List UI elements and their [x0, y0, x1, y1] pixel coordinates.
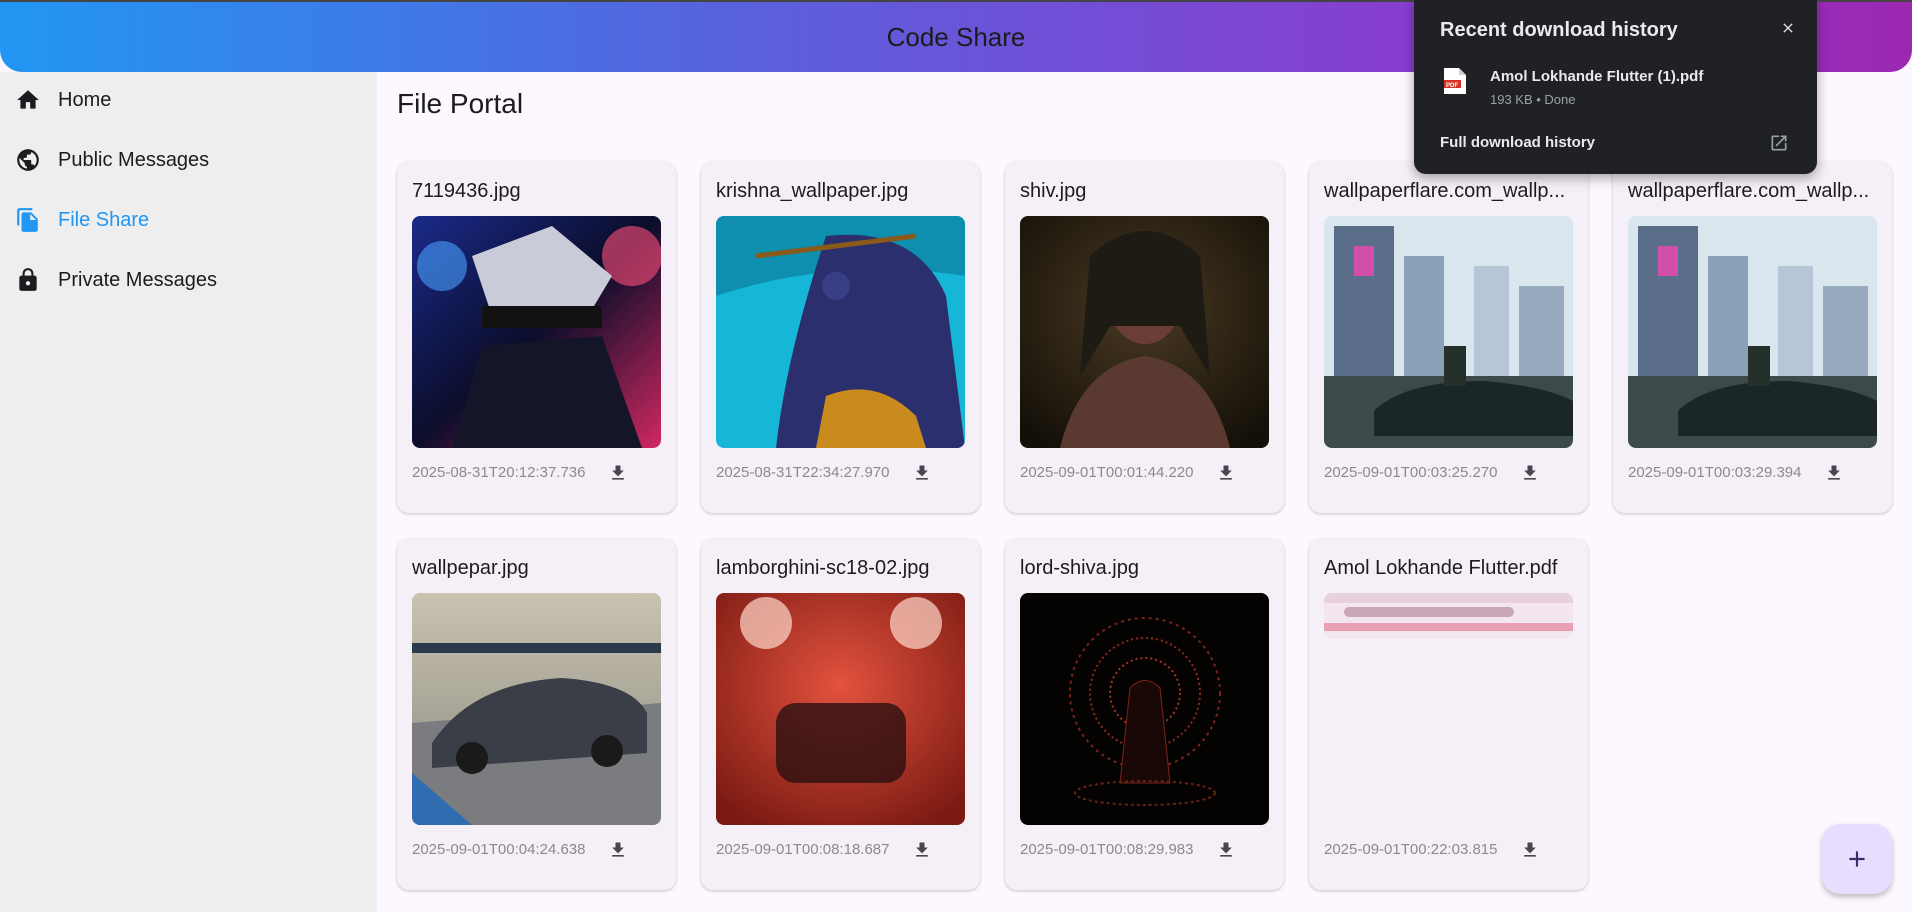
upload-timestamp: 2025-09-01T00:03:25.270	[1324, 464, 1498, 481]
sidebar-item-home[interactable]: Home	[14, 80, 111, 120]
download-button[interactable]	[1211, 835, 1241, 865]
file-card[interactable]: wallpaperflare.com_wallp... 2025-09-01T0…	[1613, 162, 1892, 513]
download-icon	[1220, 842, 1232, 857]
file-thumbnail[interactable]	[1324, 593, 1573, 639]
download-button[interactable]	[603, 458, 633, 488]
file-copy-icon	[14, 206, 42, 234]
sidebar-item-label: File Share	[58, 208, 150, 231]
file-name: Amol Lokhande Flutter.pdf	[1324, 557, 1558, 579]
file-card[interactable]: lord-shiva.jpg 2025-09-01T00:08:29.983	[1005, 539, 1284, 890]
home-icon	[14, 86, 42, 114]
pdf-file-icon: PDF	[1444, 68, 1466, 94]
file-name: 7119436.jpg	[412, 180, 521, 202]
upload-timestamp: 2025-09-01T00:08:18.687	[716, 841, 890, 858]
upload-timestamp: 2025-09-01T00:08:29.983	[1020, 841, 1194, 858]
upload-timestamp: 2025-09-01T00:04:24.638	[412, 841, 586, 858]
svg-text:PDF: PDF	[1446, 83, 1458, 89]
sidebar-item-label: Home	[58, 88, 112, 111]
file-thumbnail[interactable]	[412, 216, 661, 448]
download-icon	[916, 842, 928, 857]
download-icon	[612, 465, 624, 480]
file-card[interactable]: Amol Lokhande Flutter.pdf 2025-09-01T00:…	[1309, 539, 1588, 890]
sidebar-item-file-share[interactable]: File Share	[14, 200, 149, 240]
file-card[interactable]: shiv.jpg 2025-09-01T00:01:44.220	[1005, 162, 1284, 513]
download-button[interactable]	[1515, 835, 1545, 865]
download-button[interactable]	[1819, 458, 1849, 488]
plus-icon	[1849, 851, 1865, 867]
lock-icon	[14, 266, 42, 294]
sidebar-item-label: Private Messages	[58, 268, 217, 291]
file-thumbnail[interactable]	[1020, 216, 1269, 448]
file-name: wallpaperflare.com_wallp...	[1628, 180, 1870, 202]
download-icon	[612, 842, 624, 857]
file-thumbnail[interactable]	[412, 593, 661, 825]
file-name: krishna_wallpaper.jpg	[716, 180, 909, 202]
full-download-history-link[interactable]: Full download history	[1440, 134, 1595, 151]
sidebar-item-private-messages[interactable]: Private Messages	[14, 260, 217, 300]
download-button[interactable]	[1211, 458, 1241, 488]
download-item-name[interactable]: Amol Lokhande Flutter (1).pdf	[1490, 68, 1703, 85]
file-name: wallpaperflare.com_wallp...	[1324, 180, 1566, 202]
upload-timestamp: 2025-08-31T22:34:27.970	[716, 464, 890, 481]
close-icon	[1783, 23, 1793, 33]
file-card[interactable]: lamborghini-sc18-02.jpg 2025-09-01T00:08…	[701, 539, 980, 890]
upload-timestamp: 2025-09-01T00:03:29.394	[1628, 464, 1802, 481]
globe-icon	[14, 146, 42, 174]
file-name: lord-shiva.jpg	[1020, 557, 1139, 579]
download-item-meta: 193 KB • Done	[1490, 92, 1576, 107]
download-icon	[1220, 465, 1232, 480]
sidebar: Home Public Messages File Share Private …	[0, 72, 377, 912]
download-icon	[1828, 465, 1840, 480]
open-external-icon[interactable]	[1769, 133, 1789, 153]
file-card[interactable]: wallpaperflare.com_wallp... 2025-09-01T0…	[1309, 162, 1588, 513]
page-title: File Portal	[397, 88, 524, 119]
close-button[interactable]	[1775, 15, 1801, 41]
sidebar-item-label: Public Messages	[58, 148, 210, 171]
file-thumbnail[interactable]	[716, 216, 965, 448]
download-icon	[1524, 465, 1536, 480]
sidebar-item-public-messages[interactable]: Public Messages	[14, 140, 209, 180]
file-name: wallpepar.jpg	[412, 557, 529, 579]
add-file-button[interactable]	[1822, 824, 1892, 894]
file-thumbnail[interactable]	[1020, 593, 1269, 825]
download-button[interactable]	[907, 458, 937, 488]
file-thumbnail[interactable]	[1628, 216, 1877, 448]
download-button[interactable]	[1515, 458, 1545, 488]
file-card[interactable]: wallpepar.jpg 2025-09-01T00:04:24.638	[397, 539, 676, 890]
file-card[interactable]: krishna_wallpaper.jpg 2025-08-31T22:34:2…	[701, 162, 980, 513]
download-icon	[1524, 842, 1536, 857]
upload-timestamp: 2025-08-31T20:12:37.736	[412, 464, 586, 481]
upload-timestamp: 2025-09-01T00:01:44.220	[1020, 464, 1194, 481]
download-icon	[916, 465, 928, 480]
download-history-popup: Recent download history PDF Amol Lokhand…	[1414, 0, 1817, 174]
file-thumbnail[interactable]	[1324, 216, 1573, 448]
download-button[interactable]	[907, 835, 937, 865]
file-name: shiv.jpg	[1020, 180, 1087, 202]
file-name: lamborghini-sc18-02.jpg	[716, 557, 930, 579]
upload-timestamp: 2025-09-01T00:22:03.815	[1324, 841, 1498, 858]
file-thumbnail[interactable]	[716, 593, 965, 825]
file-card[interactable]: 7119436.jpg 2025-08-31T20:12:37.736	[397, 162, 676, 513]
popup-title: Recent download history	[1440, 19, 1678, 41]
download-button[interactable]	[603, 835, 633, 865]
